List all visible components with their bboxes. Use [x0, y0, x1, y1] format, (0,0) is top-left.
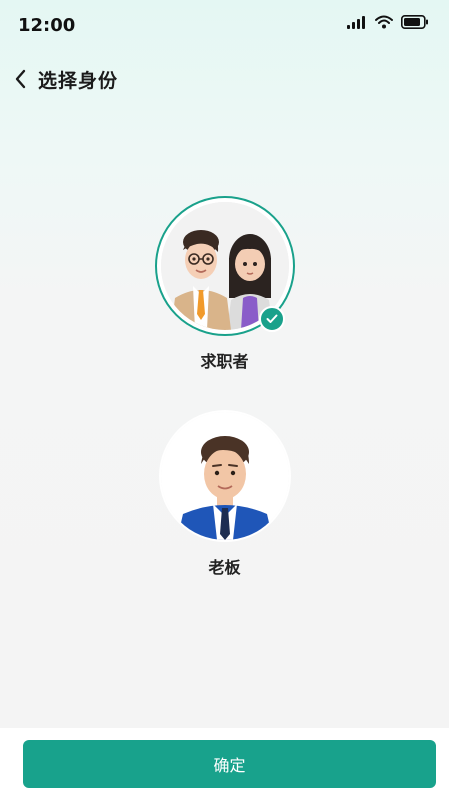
- nav-bar: 选择身份: [0, 58, 449, 102]
- chevron-left-icon: [15, 69, 26, 89]
- page-title: 选择身份: [38, 70, 119, 92]
- role-label: 求职者: [200, 352, 249, 371]
- boss-illustration: [160, 412, 289, 540]
- battery-icon: [401, 15, 428, 29]
- identity-select-screen: 12:00 选择身份 求职者 老板 确定: [0, 0, 449, 800]
- signal-icon: [347, 16, 365, 29]
- status-time: 12:00: [18, 15, 76, 36]
- role-avatar-ring: [158, 410, 291, 542]
- boss-avatar: [160, 412, 289, 540]
- status-bar: 12:00: [0, 0, 449, 50]
- selected-check-icon: [258, 306, 285, 332]
- role-boss[interactable]: 老板: [0, 410, 449, 578]
- role-label: 老板: [208, 558, 241, 577]
- status-icons: [347, 15, 429, 29]
- wifi-icon: [375, 15, 393, 29]
- role-job-seeker[interactable]: 求职者: [0, 196, 449, 372]
- bottom-bar: 确定: [0, 728, 449, 800]
- role-avatar-ring: [154, 196, 295, 336]
- confirm-button[interactable]: 确定: [23, 740, 436, 788]
- back-button[interactable]: [6, 64, 34, 94]
